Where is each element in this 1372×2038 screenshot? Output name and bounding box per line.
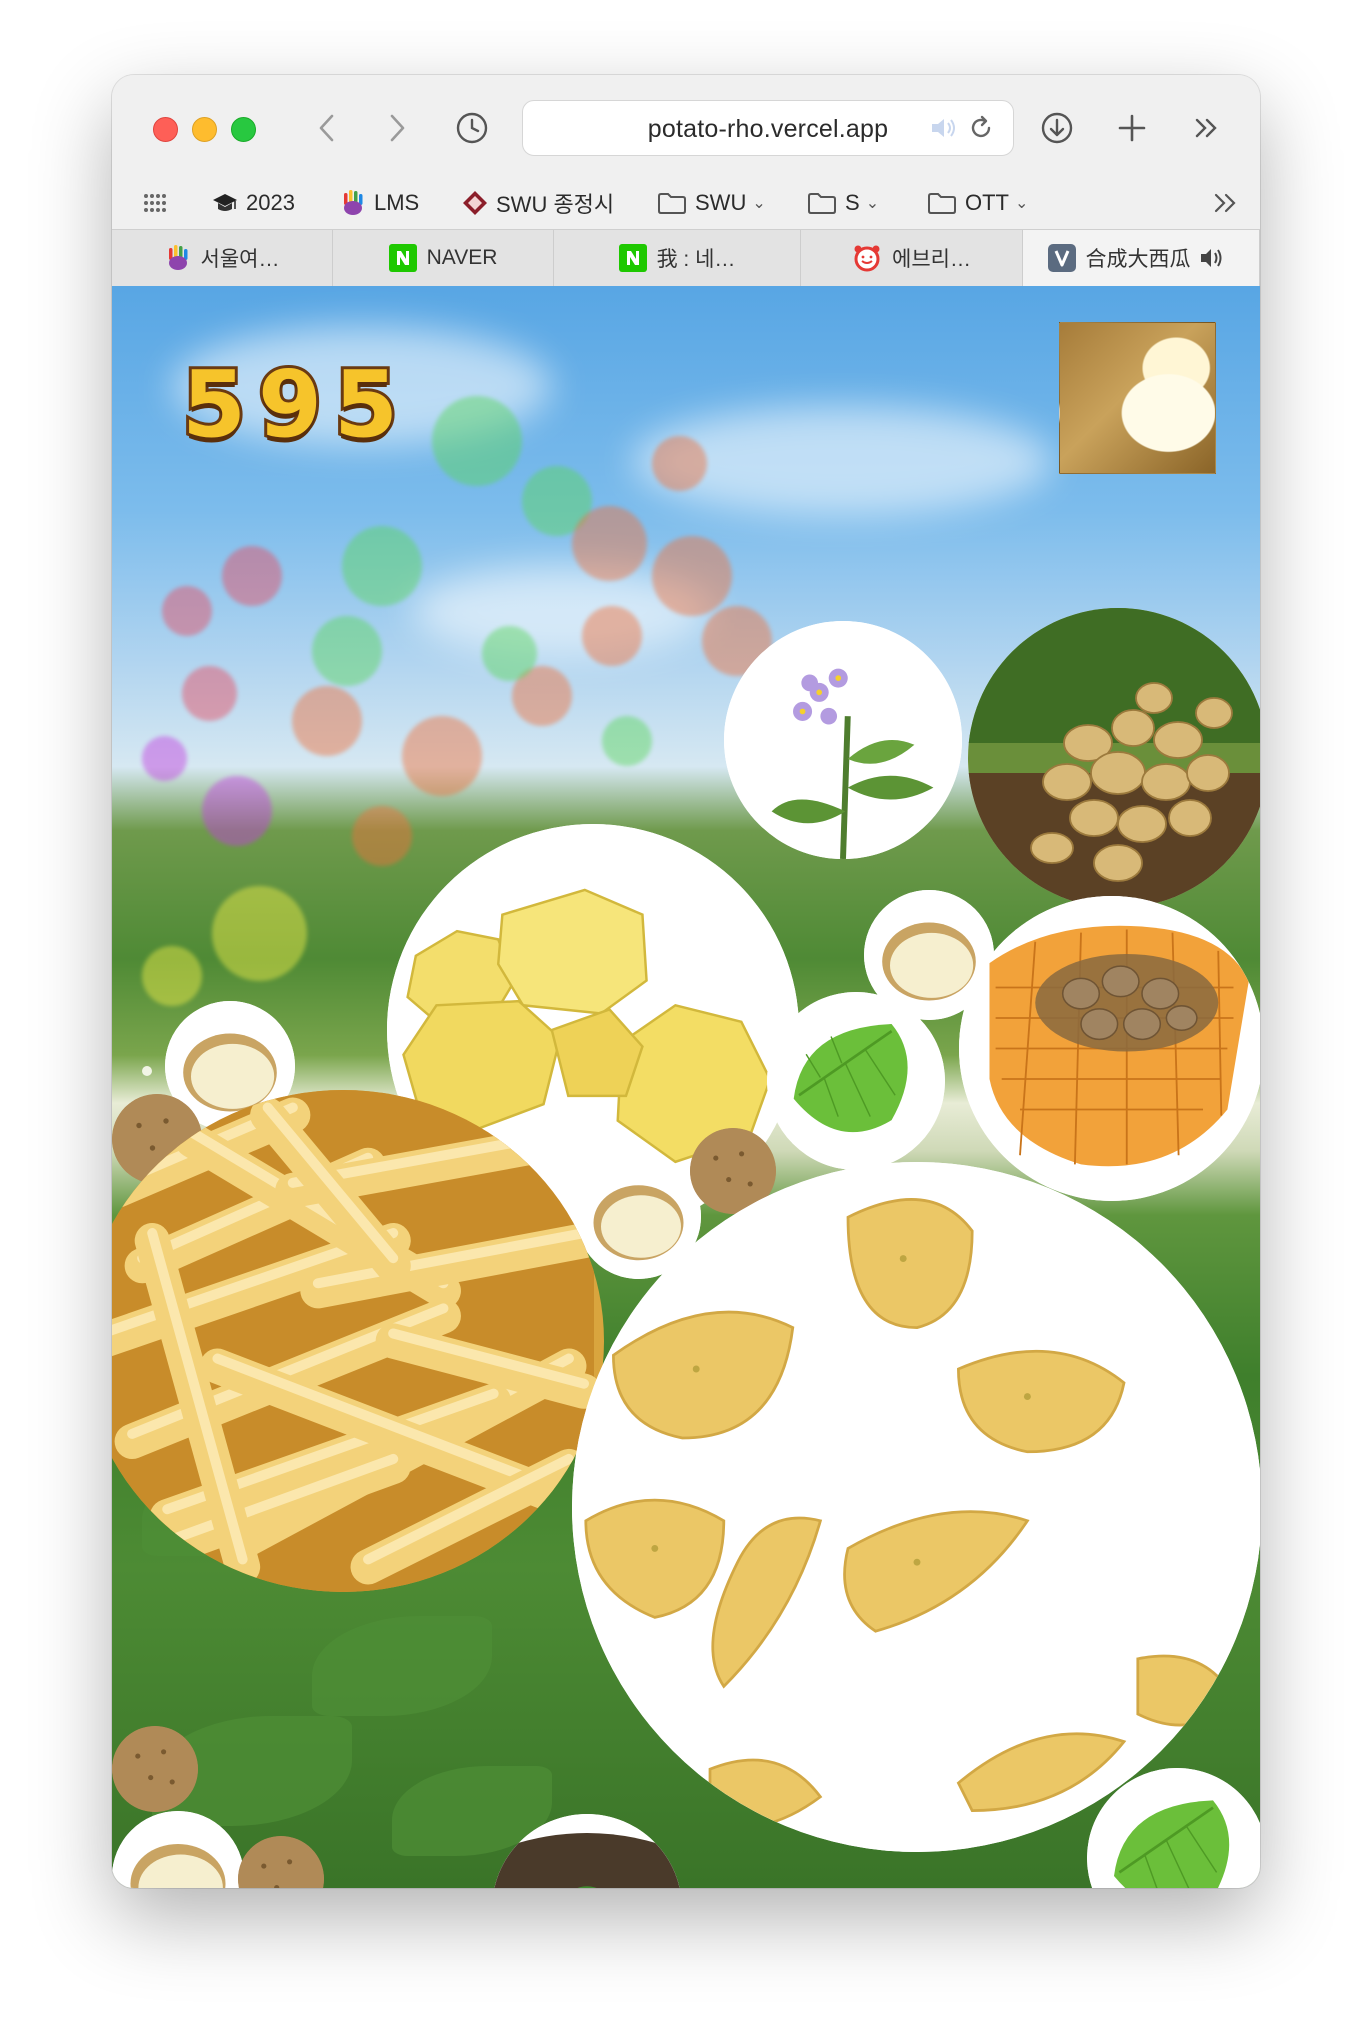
bookmark-swu-schedule[interactable]: SWU 종정시 [462, 185, 614, 221]
splash-particle [602, 716, 652, 766]
bookmark-label: S [845, 190, 860, 215]
minimize-window-button[interactable] [192, 117, 217, 142]
hand-logo-icon [340, 189, 366, 217]
graduation-cap-icon [212, 191, 238, 215]
history-clock-icon[interactable] [452, 108, 492, 148]
bookmark-label: SWU 종정시 [496, 192, 615, 217]
browser-toolbar: potato-rho.vercel.app [112, 75, 1260, 177]
splash-particle [142, 736, 187, 781]
bookmark-label: SWU [695, 190, 747, 215]
speaker-icon[interactable] [927, 112, 959, 144]
splash-particle [202, 776, 272, 846]
splash-particle [222, 546, 282, 606]
splash-particle [582, 606, 642, 666]
tab-bar: 서울여… NAVER 我 : 네… 에브리… 合成大西瓜 [112, 229, 1260, 287]
tab-label: 서울여… [200, 248, 280, 271]
download-icon[interactable] [1037, 108, 1077, 148]
tab-label: 合成大西瓜 [1085, 248, 1191, 271]
forward-icon[interactable] [377, 108, 417, 148]
naver-icon [388, 244, 417, 272]
splash-particle [652, 436, 707, 491]
splash-particle [312, 616, 382, 686]
splash-particle [402, 716, 482, 796]
audio-playing-icon[interactable] [1199, 247, 1225, 269]
address-bar[interactable]: potato-rho.vercel.app [522, 100, 1014, 156]
bookmark-label: OTT [965, 190, 1009, 215]
score-counter: 595 [179, 348, 411, 461]
flower-dot [142, 1066, 152, 1076]
splash-particle [142, 946, 202, 1006]
potato-sack-bubble[interactable] [959, 896, 1260, 1201]
folder-icon [927, 191, 957, 215]
tab-label: 我 : 네… [656, 248, 736, 271]
half-potato-bubble[interactable] [112, 1811, 244, 1888]
v-logo-icon [1047, 244, 1076, 272]
sprout-bubble[interactable] [492, 1814, 682, 1888]
bookmark-folder-swu[interactable]: SWU ⌄ [657, 185, 766, 221]
new-tab-plus-icon[interactable] [1112, 108, 1152, 148]
seed-potato-bubble[interactable] [112, 1726, 198, 1812]
close-window-button[interactable] [153, 117, 178, 142]
apps-grid-icon[interactable] [142, 185, 168, 221]
naver-icon [618, 244, 647, 272]
bookmark-label: 2023 [246, 190, 295, 215]
splash-particle [482, 626, 537, 681]
tab-watermelon-game[interactable]: 合成大西瓜 [1023, 230, 1260, 286]
game-canvas[interactable]: 595 [112, 286, 1260, 1888]
alarm-clock-icon [852, 243, 882, 273]
bookmark-label: LMS [374, 190, 420, 215]
bookmarks-bar: 2023 LMS SWU 종정시 SWU ⌄ S ⌄ OTT ⌄ [112, 177, 1260, 229]
tab-label: NAVER [426, 246, 498, 269]
tab-everytime[interactable]: 에브리… [801, 230, 1023, 286]
seed-potato-bubble[interactable] [238, 1836, 324, 1888]
bookmark-folder-ott[interactable]: OTT ⌄ [927, 185, 1028, 221]
reload-icon[interactable] [965, 112, 997, 144]
bookmark-lms[interactable]: LMS [340, 185, 419, 221]
tab-naver[interactable]: NAVER [333, 230, 554, 286]
splash-particle [432, 396, 522, 486]
zoom-window-button[interactable] [231, 117, 256, 142]
splash-particle [342, 526, 422, 606]
swu-logo-icon [462, 190, 488, 216]
splash-particle [292, 686, 362, 756]
bookmark-folder-s[interactable]: S ⌄ [807, 185, 879, 221]
potato-chips-bubble[interactable] [572, 1162, 1260, 1852]
chevron-down-icon: ⌄ [865, 195, 880, 212]
next-item-preview [1059, 322, 1216, 474]
hand-logo-icon [165, 244, 191, 272]
folder-icon [657, 191, 687, 215]
bookmark-2023[interactable]: 2023 [212, 185, 295, 221]
back-icon[interactable] [307, 108, 347, 148]
splash-particle [162, 586, 212, 636]
bookmarks-overflow-icon[interactable] [1212, 185, 1240, 221]
tab-naver-my[interactable]: 我 : 네… [554, 230, 801, 286]
splash-particle [572, 506, 647, 581]
harvested-potatoes-bubble[interactable] [968, 608, 1260, 908]
folder-icon [807, 191, 837, 215]
tab-seoul-womens[interactable]: 서울여… [112, 230, 333, 286]
tab-label: 에브리… [892, 248, 971, 271]
splash-particle [212, 886, 307, 981]
chevron-down-icon: ⌄ [1015, 195, 1029, 212]
browser-window: potato-rho.vercel.app 2023 LMS SWU 종정시 S… [112, 75, 1260, 1888]
leaf-background [312, 1616, 492, 1716]
splash-particle [182, 666, 237, 721]
french-fries-bubble[interactable] [112, 1090, 604, 1592]
chevron-down-icon: ⌄ [752, 195, 766, 212]
splash-particle [652, 536, 732, 616]
potato-leaf-bubble[interactable] [767, 992, 945, 1170]
toolbar-overflow-icon[interactable] [1187, 108, 1227, 148]
